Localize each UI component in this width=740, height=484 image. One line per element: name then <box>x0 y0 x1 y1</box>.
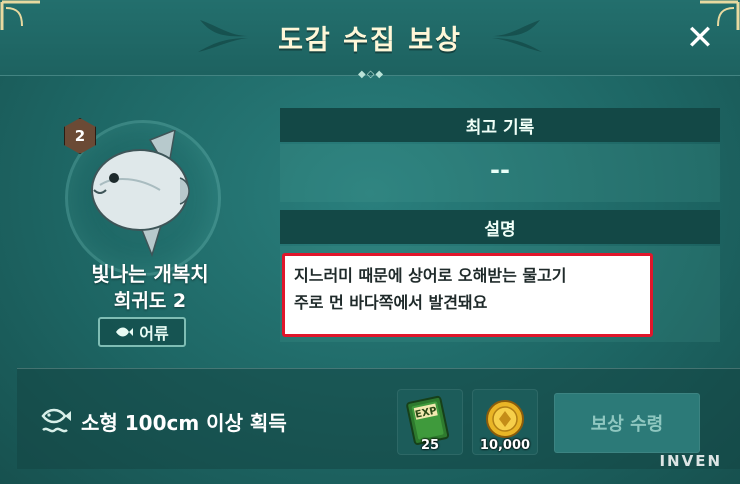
category-label: 어류 <box>139 324 169 343</box>
description-line-2: 주로 먼 바다쪽에서 발견돼요 <box>294 293 488 312</box>
fish-info-panel: 2 빛나는 개복치 희귀도 2 어류 <box>40 100 240 360</box>
record-heading: 최고 기록 <box>465 117 535 138</box>
category-chip: 어류 <box>98 317 186 347</box>
close-icon: ✕ <box>685 18 715 58</box>
description-text: 지느러미 때문에 상어로 오해받는 물고기 주로 먼 바다쪽에서 발견돼요 <box>294 262 567 316</box>
collection-reward-window: 도감 수집 보상 ✕ ◆◇◆ 2 빛나는 개복치 희귀도 2 어류 최고 기록 <box>0 0 740 484</box>
description-line-1: 지느러미 때문에 상어로 오해받는 물고기 <box>294 266 567 285</box>
divider-ornament-icon: ◆◇◆ <box>358 69 385 80</box>
record-value: -- <box>490 156 510 184</box>
fish-name: 빛나는 개복치 <box>91 262 209 286</box>
reward-row: 소형 100cm 이상 획득 EXP 25 10,000 보상 수령 <box>17 368 740 469</box>
record-box: -- <box>280 144 720 202</box>
reward-item-gold-qty: 10,000 <box>479 438 531 453</box>
reward-item-gold[interactable]: 10,000 <box>472 389 538 455</box>
sunfish-icon <box>91 130 190 258</box>
fish-hook-icon <box>41 408 71 433</box>
record-heading-bar: 최고 기록 <box>280 108 720 142</box>
close-button[interactable]: ✕ <box>682 20 718 56</box>
fish-rarity: 희귀도 2 <box>113 290 187 312</box>
reward-item-exp[interactable]: EXP 25 <box>397 389 463 455</box>
reward-item-exp-qty: 25 <box>420 438 440 453</box>
description-heading-bar: 설명 <box>280 210 720 244</box>
header-bar: 도감 수집 보상 ✕ ◆◇◆ <box>0 0 740 80</box>
window-title: 도감 수집 보상 <box>278 25 462 56</box>
fish-category-icon <box>115 323 134 342</box>
claim-reward-button[interactable]: 보상 수령 <box>554 393 700 453</box>
reward-condition: 소형 100cm 이상 획득 <box>81 411 287 435</box>
inven-watermark: INVEN <box>659 452 722 470</box>
description-highlight: 지느러미 때문에 상어로 오해받는 물고기 주로 먼 바다쪽에서 발견돼요 <box>282 253 653 337</box>
description-heading: 설명 <box>484 219 516 240</box>
